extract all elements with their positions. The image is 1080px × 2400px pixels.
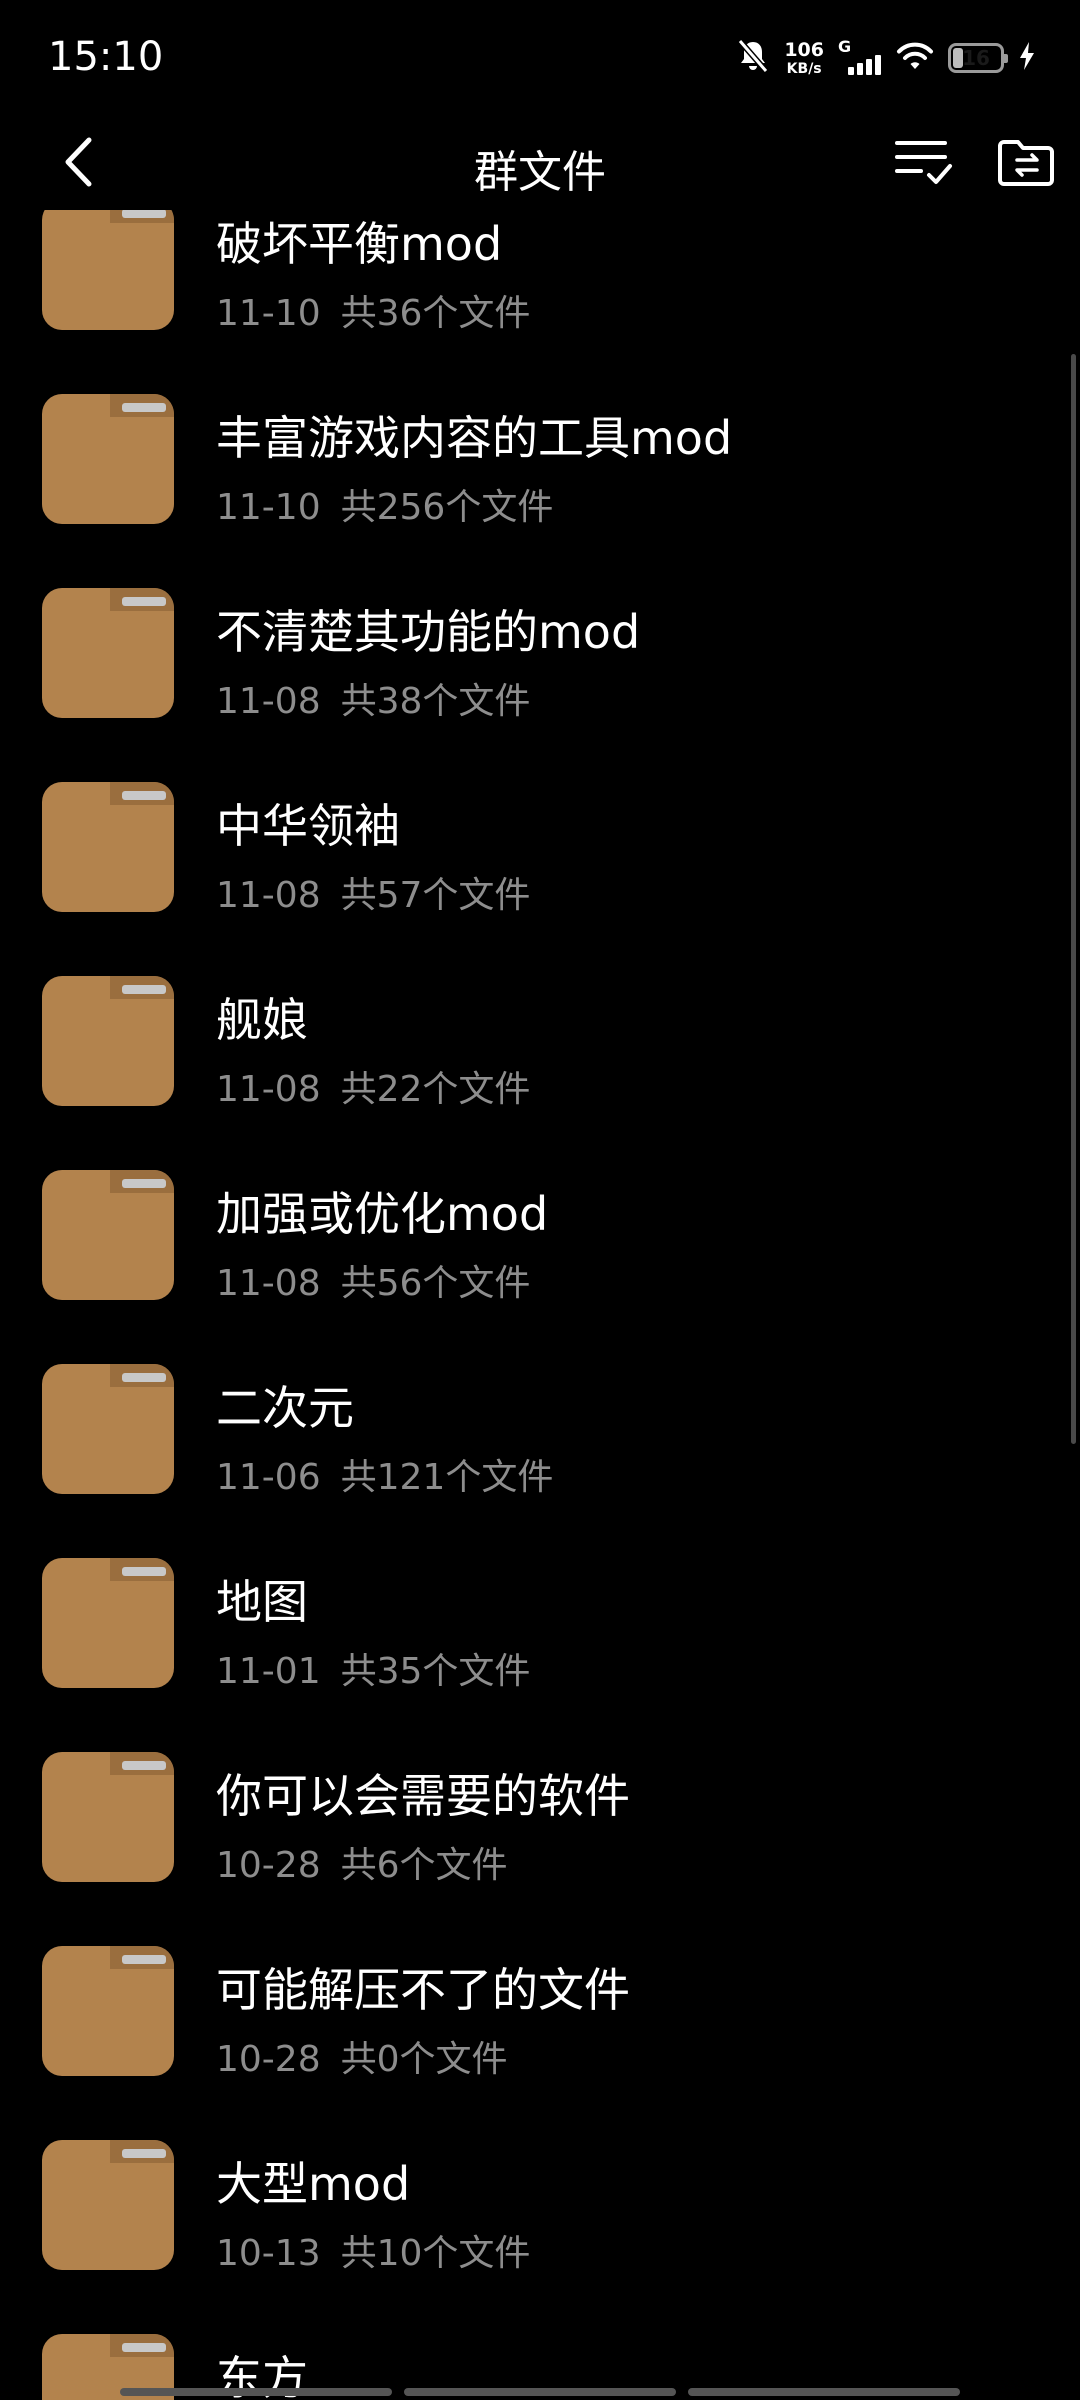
- folder-date: 10-13: [216, 2233, 321, 2274]
- folder-name: 加强或优化mod: [216, 1187, 549, 1241]
- folder-date: 11-08: [216, 681, 321, 722]
- screen: 15:10 106 KB/s G 16 群文件 破坏平衡mod 11-10 共3…: [0, 0, 1080, 2400]
- folder-list-inner: 破坏平衡mod 11-10 共36个文件 丰富游戏内容的工具mod 11-10 共2…: [0, 210, 1080, 2400]
- bell-off-icon: [736, 38, 770, 78]
- folder-file-count: 共256个文件: [340, 487, 554, 528]
- folder-icon: [42, 976, 174, 1106]
- folder-list-item[interactable]: 地图 11-01 共35个文件: [0, 1538, 1080, 1732]
- folder-name: 可能解压不了的文件: [216, 1963, 630, 2017]
- folder-meta: 11-08 共38个文件: [216, 672, 530, 724]
- folder-date: 10-28: [216, 2039, 321, 2080]
- folder-icon: [42, 1170, 174, 1300]
- folder-icon: [42, 1558, 174, 1688]
- folder-date: 11-08: [216, 1069, 321, 1110]
- folder-file-count: 共35个文件: [340, 1651, 531, 1692]
- folder-name: 不清楚其功能的mod: [216, 605, 641, 659]
- status-bar: 15:10 106 KB/s G 16: [0, 0, 1080, 120]
- folder-meta: 11-06 共121个文件: [216, 1448, 553, 1500]
- folder-file-count: 共121个文件: [340, 1457, 554, 1498]
- folder-icon: [42, 1752, 174, 1882]
- folder-file-count: 共38个文件: [340, 681, 531, 722]
- folder-name: 舰娘: [216, 993, 308, 1047]
- folder-list-item[interactable]: 舰娘 11-08 共22个文件: [0, 956, 1080, 1150]
- charging-icon: [1018, 41, 1036, 75]
- folder-meta: 10-13 共10个文件: [216, 2224, 530, 2276]
- folder-date: 11-06: [216, 1457, 321, 1498]
- folder-name: 丰富游戏内容的工具mod: [216, 411, 733, 465]
- list-check-icon: [895, 137, 953, 191]
- folder-meta: 11-10 共256个文件: [216, 478, 553, 530]
- folder-meta: 10-28 共6个文件: [216, 1836, 508, 1888]
- folder-list-item[interactable]: 丰富游戏内容的工具mod 11-10 共256个文件: [0, 374, 1080, 568]
- net-speed: 106 KB/s: [784, 38, 824, 77]
- battery-icon: 16: [948, 43, 1008, 73]
- folder-list-item[interactable]: 不清楚其功能的mod 11-08 共38个文件: [0, 568, 1080, 762]
- folder-list-item[interactable]: 破坏平衡mod 11-10 共36个文件: [0, 210, 1080, 374]
- folder-meta: 11-10 共36个文件: [216, 284, 530, 336]
- folder-date: 11-01: [216, 1651, 321, 1692]
- folder-list-item[interactable]: 你可以会需要的软件 10-28 共6个文件: [0, 1732, 1080, 1926]
- folder-icon: [42, 210, 174, 330]
- folder-meta: 11-01 共35个文件: [216, 1642, 530, 1694]
- folder-file-count: 共0个文件: [340, 2039, 508, 2080]
- folder-list-item[interactable]: 可能解压不了的文件 10-28 共0个文件: [0, 1926, 1080, 2120]
- signal-icon: G: [838, 37, 882, 75]
- status-time: 15:10: [48, 34, 164, 80]
- folder-icon: [42, 1364, 174, 1494]
- folder-list-item[interactable]: 大型mod 10-13 共10个文件: [0, 2120, 1080, 2314]
- folder-meta: 11-08 共56个文件: [216, 1254, 530, 1306]
- folder-icon: [42, 782, 174, 912]
- folder-list-item[interactable]: 中华领袖 11-08 共57个文件: [0, 762, 1080, 956]
- folder-transfer-icon: [997, 138, 1055, 190]
- folder-name: 中华领袖: [216, 799, 400, 853]
- folder-date: 11-10: [216, 293, 321, 334]
- wifi-icon: [896, 41, 934, 75]
- folder-name: 破坏平衡mod: [216, 217, 503, 271]
- signal-type-label: G: [838, 37, 852, 56]
- net-speed-unit: KB/s: [786, 60, 822, 77]
- folder-name: 你可以会需要的软件: [216, 1769, 630, 1823]
- folder-date: 11-08: [216, 1263, 321, 1304]
- folder-icon: [42, 1946, 174, 2076]
- folder-file-count: 共10个文件: [340, 2233, 531, 2274]
- status-icons: 106 KB/s G 16: [736, 36, 1036, 80]
- app-header: 群文件: [0, 120, 1080, 210]
- folder-list[interactable]: 破坏平衡mod 11-10 共36个文件 丰富游戏内容的工具mod 11-10 共2…: [0, 210, 1080, 2400]
- folder-list-item[interactable]: 加强或优化mod 11-08 共56个文件: [0, 1150, 1080, 1344]
- folder-meta: 11-08 共57个文件: [216, 866, 530, 918]
- folder-date: 11-10: [216, 487, 321, 528]
- folder-file-count: 共57个文件: [340, 875, 531, 916]
- folder-meta: 11-08 共22个文件: [216, 1060, 530, 1112]
- folder-icon: [42, 2140, 174, 2270]
- folder-meta: 10-28 共0个文件: [216, 2030, 508, 2082]
- folder-file-count: 共56个文件: [340, 1263, 531, 1304]
- folder-icon: [42, 394, 174, 524]
- folder-file-count: 共36个文件: [340, 293, 531, 334]
- bottom-indicator: [120, 2388, 960, 2396]
- folder-date: 11-08: [216, 875, 321, 916]
- folder-list-item[interactable]: 二次元 11-06 共121个文件: [0, 1344, 1080, 1538]
- scrollbar[interactable]: [1071, 354, 1076, 1444]
- folder-file-count: 共6个文件: [340, 1845, 508, 1886]
- net-speed-value: 106: [784, 38, 824, 61]
- folder-name: 地图: [216, 1575, 308, 1629]
- multi-select-button[interactable]: [892, 132, 956, 196]
- battery-level: 16: [962, 46, 990, 70]
- folder-date: 10-28: [216, 1845, 321, 1886]
- folder-name: 二次元: [216, 1381, 354, 1435]
- folder-file-count: 共22个文件: [340, 1069, 531, 1110]
- folder-icon: [42, 588, 174, 718]
- folder-transfer-button[interactable]: [994, 132, 1058, 196]
- folder-name: 大型mod: [216, 2157, 411, 2211]
